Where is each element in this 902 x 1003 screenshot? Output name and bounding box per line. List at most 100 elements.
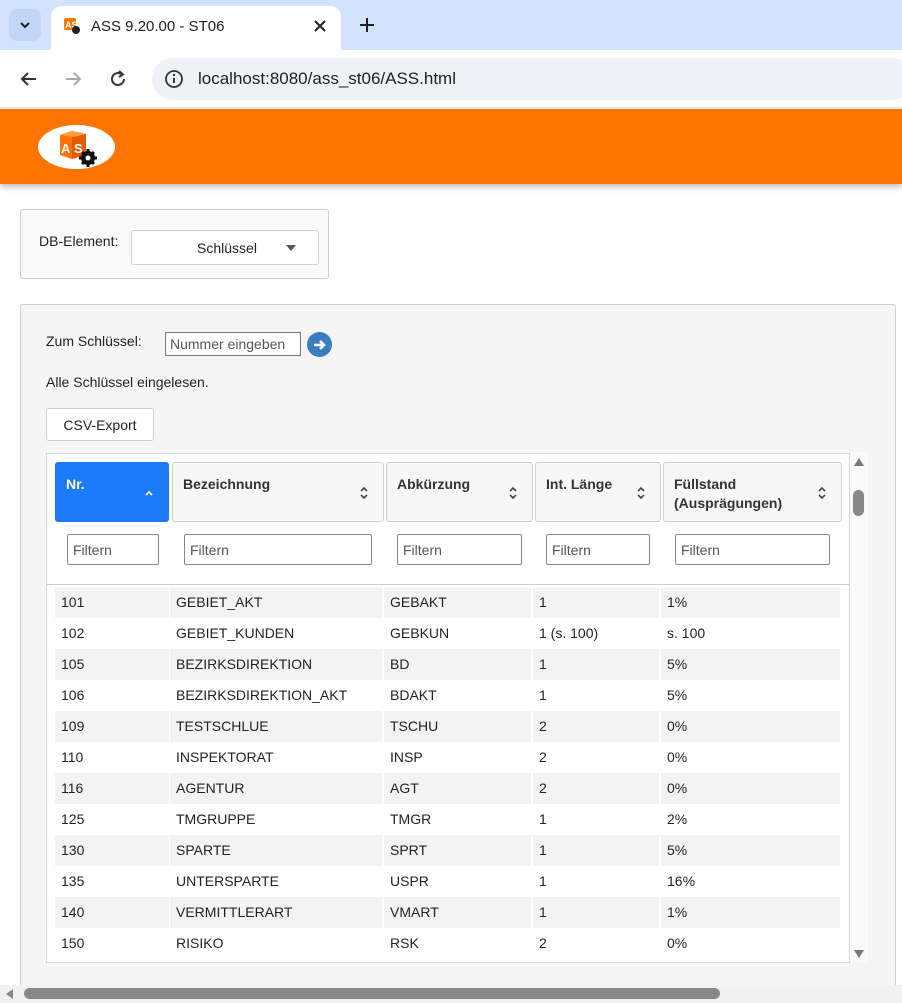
cell-nr: 125 (61, 811, 85, 827)
cell-int-laenge: 1 (539, 873, 547, 889)
table-row[interactable]: 101 GEBIET_AKT GEBAKT 1 1% (55, 587, 843, 618)
url-field[interactable]: localhost:8080/ass_st06/ASS.html (152, 58, 902, 100)
table-row[interactable]: 125 TMGRUPPE TMGR 1 2% (55, 804, 843, 835)
key-list-panel: Zum Schlüssel: Alle Schlüssel eingelesen… (20, 304, 896, 1003)
cell-fuellstand: 2% (667, 811, 688, 827)
db-element-select[interactable]: Schlüssel (131, 230, 319, 265)
table-row[interactable]: 116 AGENTUR AGT 2 0% (55, 773, 843, 804)
cell-fuellstand: 1% (661, 897, 840, 928)
cell-abkuerzung: USPR (390, 873, 429, 889)
back-icon[interactable] (18, 68, 40, 90)
goto-key-button[interactable] (307, 332, 332, 357)
scroll-left-icon[interactable] (6, 989, 13, 999)
table-row[interactable]: 150 RISIKO RSK 2 0% (55, 928, 843, 959)
app-logo[interactable]: A S (38, 125, 115, 169)
table-row[interactable]: 102 GEBIET_KUNDEN GEBKUN 1 (s. 100) s. 100 (55, 618, 843, 649)
filter-input-int-laenge[interactable] (546, 534, 650, 565)
column-header-bezeichnung[interactable]: Bezeichnung (172, 462, 384, 522)
forward-icon[interactable] (62, 68, 84, 90)
svg-text:A: A (61, 141, 71, 156)
vertical-scrollbar[interactable] (850, 452, 868, 962)
cell-bezeichnung: TESTSCHLUE (170, 711, 382, 742)
column-header-label: Nr. (66, 476, 85, 492)
browser-tab[interactable]: AS ASS 9.20.00 - ST06 (51, 6, 341, 50)
column-header-abkuerzung[interactable]: Abkürzung (386, 462, 533, 522)
cell-abkuerzung: GEBKUN (390, 625, 450, 641)
cell-fuellstand: 16% (667, 873, 696, 889)
tab-search-button[interactable] (9, 9, 41, 41)
info-icon[interactable] (164, 69, 184, 89)
cell-bezeichnung: GEBIET_AKT (170, 587, 382, 618)
table-row[interactable]: 109 TESTSCHLUE TSCHU 2 0% (55, 711, 843, 742)
column-header-nr[interactable]: Nr. (55, 462, 169, 522)
column-header-label: Int. Länge (546, 476, 613, 492)
table-row[interactable]: 110 INSPEKTORAT INSP 2 0% (55, 742, 843, 773)
scroll-down-icon[interactable] (854, 950, 864, 958)
table-row[interactable]: 106 BEZIRKSDIREKTION_AKT BDAKT 1 5% (55, 680, 843, 711)
arrow-right-icon (313, 339, 326, 350)
cell-bezeichnung: VERMITTLERART (170, 897, 382, 928)
cell-abkuerzung: RSK (390, 935, 419, 951)
horizontal-scrollbar[interactable] (0, 985, 902, 1003)
table-row[interactable]: 135 UNTERSPARTE USPR 1 16% (55, 866, 843, 897)
cell-nr: 140 (55, 897, 169, 928)
caret-down-icon (286, 245, 296, 251)
reload-icon[interactable] (107, 68, 129, 90)
table-row[interactable]: 130 SPARTE SPRT 1 5% (55, 835, 843, 866)
sort-icon (509, 486, 517, 500)
scroll-up-icon[interactable] (854, 458, 864, 466)
cell-int-laenge: 2 (533, 711, 659, 742)
cell-int-laenge: 2 (533, 773, 659, 804)
cell-nr: 101 (55, 587, 169, 618)
cell-abkuerzung: AGT (384, 773, 531, 804)
cell-abkuerzung: BDAKT (390, 687, 437, 703)
table-row[interactable]: 105 BEZIRKSDIREKTION BD 1 5% (55, 649, 843, 680)
column-header-int-laenge[interactable]: Int. Länge (535, 462, 661, 522)
filter-input-fuellstand[interactable] (675, 534, 830, 565)
cell-abkuerzung: VMART (384, 897, 531, 928)
cell-int-laenge: 1 (533, 835, 659, 866)
cell-fuellstand: 5% (661, 649, 840, 680)
cell-nr: 130 (55, 835, 169, 866)
sort-icon (637, 486, 645, 500)
cell-nr: 116 (55, 773, 169, 804)
cell-fuellstand: 5% (661, 835, 840, 866)
cell-int-laenge: 1 (533, 649, 659, 680)
cell-bezeichnung: RISIKO (176, 935, 224, 951)
cell-bezeichnung: TMGRUPPE (176, 811, 256, 827)
column-header-fuellstand[interactable]: Füllstand (Ausprägungen) (663, 462, 842, 522)
cell-nr: 150 (61, 935, 85, 951)
new-tab-icon[interactable] (357, 15, 377, 35)
table-header: Nr. Bezeichnung Abkürzung Int. Länge Fül… (47, 454, 849, 585)
db-element-panel: DB-Element: Schlüssel (20, 209, 329, 279)
horizontal-scroll-thumb[interactable] (24, 988, 720, 999)
filter-input-nr[interactable] (67, 534, 159, 565)
cell-abkuerzung: TMGR (390, 811, 432, 827)
column-header-label: Bezeichnung (183, 476, 271, 492)
filter-input-abkuerzung[interactable] (397, 534, 522, 565)
cell-fuellstand: 0% (661, 773, 840, 804)
cell-fuellstand: 5% (667, 687, 688, 703)
column-header-label: Abkürzung (397, 476, 471, 492)
cell-int-laenge: 2 (539, 935, 547, 951)
table-row[interactable]: 140 VERMITTLERART VMART 1 1% (55, 897, 843, 928)
cell-int-laenge: 1 (539, 687, 547, 703)
cell-bezeichnung: INSPEKTORAT (176, 749, 274, 765)
filter-input-bezeichnung[interactable] (184, 534, 372, 565)
cell-nr: 110 (61, 749, 84, 765)
ass-logo-icon: A S (60, 131, 97, 167)
cell-abkuerzung: BD (384, 649, 531, 680)
goto-key-input[interactable] (165, 332, 301, 356)
app-favicon-icon: AS (64, 18, 80, 34)
cell-int-laenge: 1 (533, 897, 659, 928)
cell-int-laenge: 1 (s. 100) (539, 625, 599, 641)
vertical-scroll-thumb[interactable] (853, 490, 864, 516)
cell-int-laenge: 2 (539, 749, 547, 765)
goto-key-label: Zum Schlüssel: (46, 333, 142, 349)
cell-bezeichnung: SPARTE (170, 835, 382, 866)
close-icon[interactable] (311, 17, 329, 35)
csv-export-button[interactable]: CSV-Export (46, 408, 154, 441)
column-header-label: Füllstand (Ausprägungen) (674, 476, 783, 511)
cell-bezeichnung: BEZIRKSDIREKTION (170, 649, 382, 680)
cell-int-laenge: 1 (539, 811, 547, 827)
